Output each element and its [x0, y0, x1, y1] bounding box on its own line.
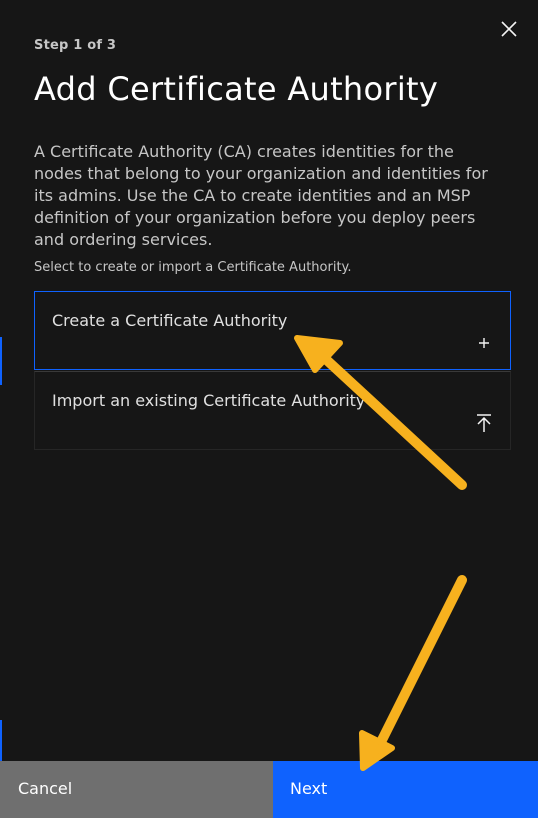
plus-icon [474, 333, 494, 353]
create-ca-tile[interactable]: Create a Certificate Authority [34, 291, 511, 370]
footer-actions: Cancel Next [0, 761, 538, 818]
select-instruction: Select to create or import a Certificate… [34, 260, 352, 275]
create-ca-label: Create a Certificate Authority [52, 311, 288, 330]
panel-edge-accent [0, 337, 2, 385]
cancel-button[interactable]: Cancel [0, 761, 273, 818]
step-indicator: Step 1 of 3 [34, 38, 117, 53]
page-title: Add Certificate Authority [34, 70, 439, 108]
close-button[interactable] [494, 14, 524, 44]
annotation-arrow-shaft-lower [373, 575, 467, 753]
upload-icon [474, 413, 494, 433]
import-ca-label: Import an existing Certificate Authority [52, 391, 366, 410]
description-text: A Certificate Authority (CA) creates ide… [34, 142, 488, 249]
import-ca-tile[interactable]: Import an existing Certificate Authority [34, 371, 511, 450]
panel-edge-accent-bottom [0, 720, 2, 761]
next-button[interactable]: Next [273, 761, 538, 818]
close-icon [501, 21, 517, 37]
